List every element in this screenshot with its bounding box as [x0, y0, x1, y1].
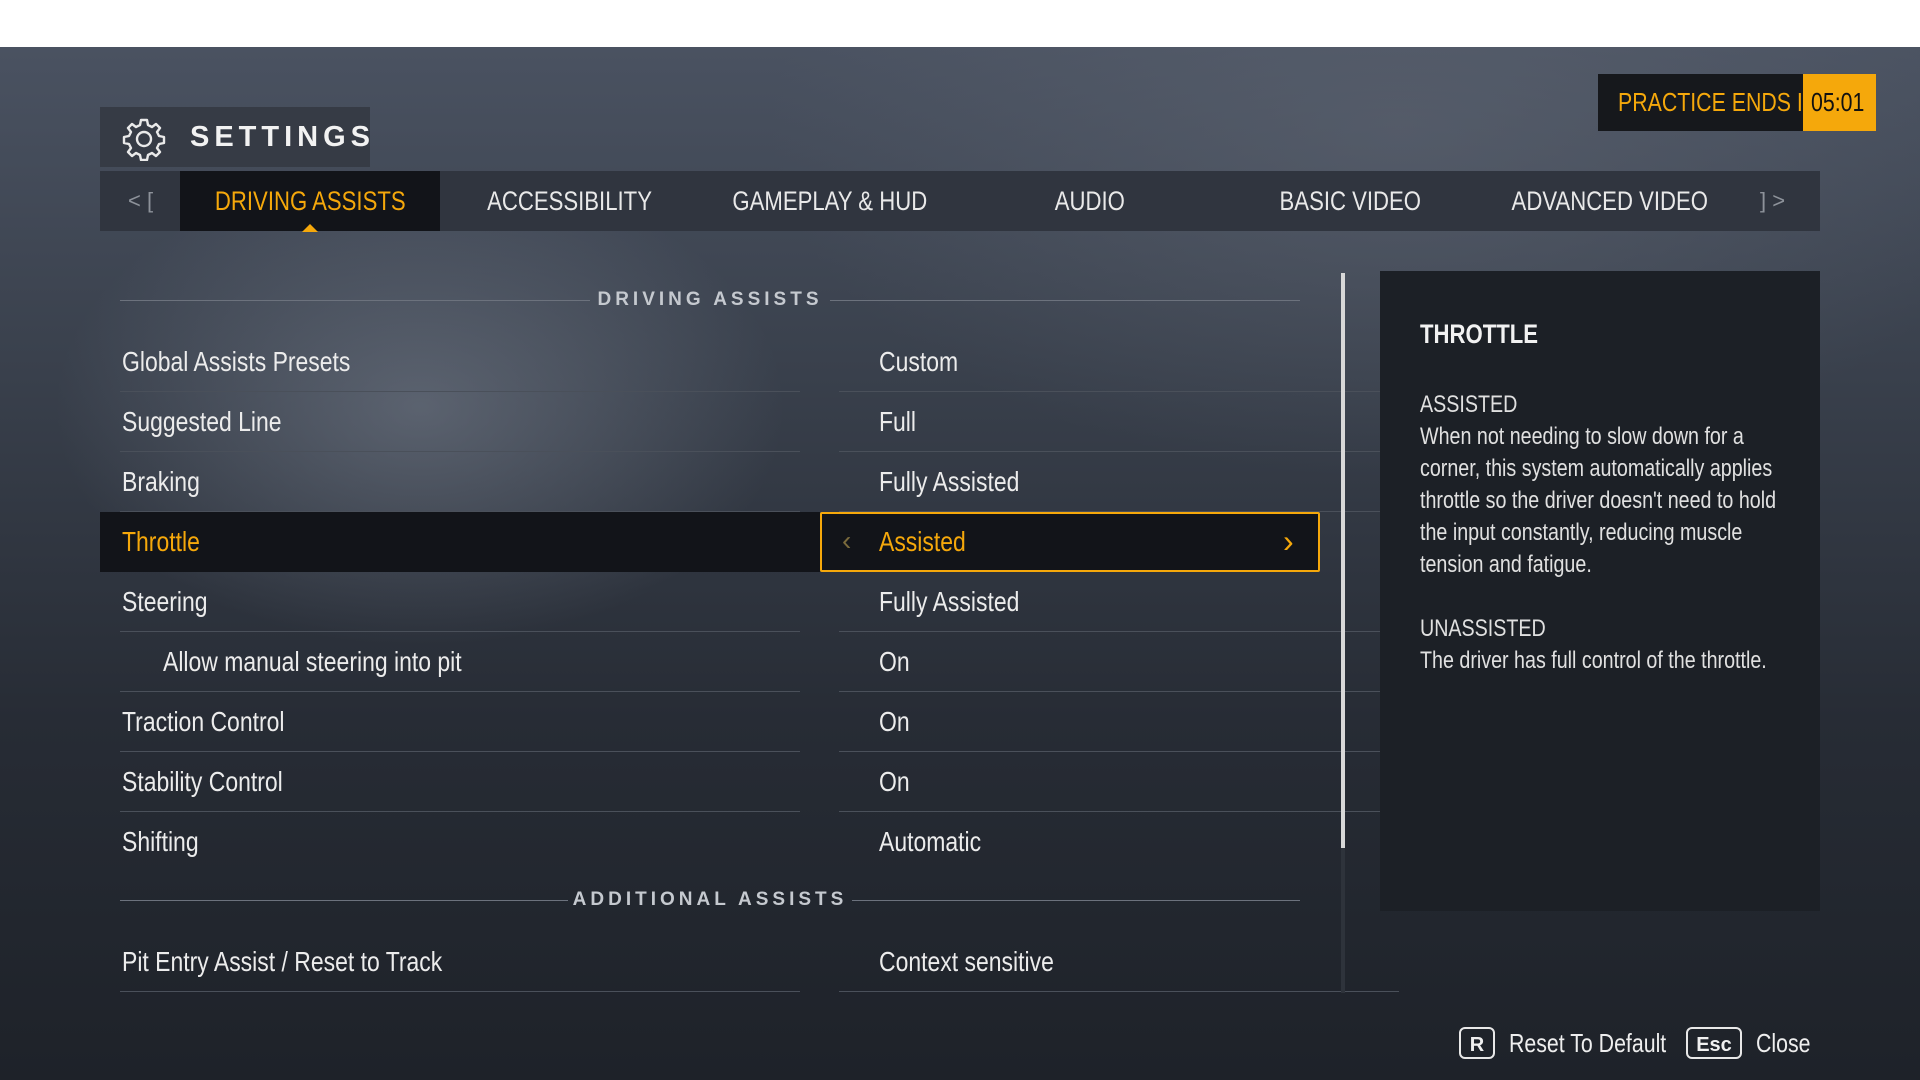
tab-driving-assists[interactable]: DRIVING ASSISTS: [180, 171, 440, 232]
setting-row-shifting[interactable]: Shifting Automatic: [100, 812, 1320, 872]
setting-value: Full: [879, 406, 917, 437]
practice-timer: PRACTICE ENDS IN 05:01: [1598, 74, 1877, 131]
setting-value: Custom: [879, 346, 959, 377]
setting-row-traction-control[interactable]: Traction Control On: [100, 692, 1399, 752]
timer-label: PRACTICE ENDS IN: [1618, 87, 1819, 117]
setting-value: Context sensitive: [879, 946, 1054, 977]
description-unassisted-heading: UNASSISTED: [1420, 615, 1546, 642]
setting-row-stability-control[interactable]: Stability Control On: [100, 752, 1399, 812]
tab-prev-hint[interactable]: < [: [128, 171, 153, 231]
setting-value: Fully Assisted: [879, 586, 1020, 617]
description-assisted-text: When not needing to slow down for a corn…: [1420, 423, 1777, 578]
setting-row-pit-entry-assist[interactable]: Pit Entry Assist / Reset to Track Contex…: [100, 932, 1399, 992]
setting-row-steering[interactable]: Steering Fully Assisted: [100, 572, 1399, 632]
description-title: THROTTLE: [1420, 319, 1539, 349]
setting-row-manual-steering-pit[interactable]: Allow manual steering into pit On: [100, 632, 1399, 692]
r-key-icon: R: [1459, 1027, 1495, 1059]
setting-value: On: [879, 646, 910, 677]
setting-label: Shifting: [122, 826, 199, 857]
setting-label: Throttle: [122, 526, 200, 557]
tab-audio[interactable]: AUDIO: [960, 171, 1220, 231]
gear-icon: [122, 118, 166, 161]
setting-label: Stability Control: [122, 766, 283, 797]
section-header-additional-assists: ADDITIONAL ASSISTS: [120, 888, 1300, 912]
tab-gameplay-hud[interactable]: GAMEPLAY & HUD: [700, 171, 960, 231]
setting-value: On: [879, 766, 910, 797]
description-unassisted-text: The driver has full control of the throt…: [1420, 647, 1767, 674]
scrollbar-thumb[interactable]: [1341, 273, 1345, 848]
setting-label: Braking: [122, 466, 200, 497]
page-title: SETTINGS: [190, 121, 376, 153]
tab-advanced-video[interactable]: ADVANCED VIDEO: [1480, 171, 1740, 231]
chevron-left-icon[interactable]: ‹: [842, 512, 851, 570]
section-header-driving-assists: DRIVING ASSISTS: [120, 288, 1300, 312]
setting-value: On: [879, 706, 910, 737]
settings-header: SETTINGS: [100, 107, 370, 167]
close-button[interactable]: Esc Close: [1686, 1025, 1822, 1061]
chevron-right-icon[interactable]: ›: [1283, 512, 1294, 570]
section-title: ADDITIONAL ASSISTS: [572, 889, 848, 910]
setting-row-global-assists-presets[interactable]: Global Assists Presets Custom: [100, 332, 1399, 392]
setting-row-suggested-line[interactable]: Suggested Line Full: [100, 392, 1399, 452]
setting-label: Suggested Line: [122, 406, 282, 437]
close-label: Close: [1756, 1027, 1811, 1058]
reset-to-default-button[interactable]: R Reset To Default: [1459, 1025, 1701, 1061]
tab-next-hint[interactable]: ] >: [1760, 171, 1785, 231]
tab-basic-video[interactable]: BASIC VIDEO: [1220, 171, 1480, 231]
description-assisted-heading: ASSISTED: [1420, 391, 1518, 418]
setting-row-throttle[interactable]: Throttle ‹ Assisted ›: [100, 512, 1320, 572]
description-panel: THROTTLE ASSISTED When not needing to sl…: [1380, 271, 1820, 911]
setting-label: Pit Entry Assist / Reset to Track: [122, 946, 443, 977]
setting-value: Assisted: [879, 526, 966, 557]
section-title: DRIVING ASSISTS: [597, 289, 823, 310]
tab-accessibility[interactable]: ACCESSIBILITY: [440, 171, 700, 231]
setting-label: Global Assists Presets: [122, 346, 351, 377]
setting-label: Allow manual steering into pit: [163, 646, 462, 677]
setting-label: Traction Control: [122, 706, 285, 737]
setting-row-braking[interactable]: Braking Fully Assisted: [100, 452, 1399, 512]
reset-label: Reset To Default: [1509, 1027, 1667, 1058]
active-tab-marker: [302, 224, 318, 232]
timer-value: 05:01: [1803, 74, 1877, 131]
esc-key-icon: Esc: [1686, 1027, 1742, 1059]
setting-value: Fully Assisted: [879, 466, 1020, 497]
settings-screen: SETTINGS PRACTICE ENDS IN 05:01 < [ DRIV…: [0, 47, 1920, 1080]
setting-value: Automatic: [879, 826, 982, 857]
tab-bar: < [ DRIVING ASSISTS ACCESSIBILITY GAMEPL…: [100, 171, 1820, 232]
setting-label: Steering: [122, 586, 208, 617]
